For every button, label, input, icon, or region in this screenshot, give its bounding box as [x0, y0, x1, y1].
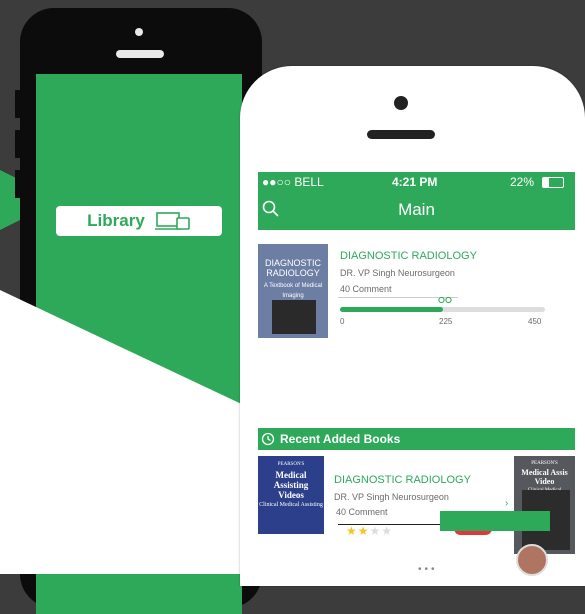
cover-publisher: PEARSON'S — [277, 462, 305, 467]
speaker-grill — [367, 130, 435, 139]
section-title: Recent Added Books — [280, 432, 401, 446]
carousel-dots: ••• — [418, 564, 438, 575]
clock-text: 4:21 PM — [392, 175, 438, 189]
recent-book-title[interactable]: DIAGNOSTIC RADIOLOGY — [334, 474, 471, 486]
cover-subtitle: Clinical Medical Assisting — [259, 502, 323, 508]
progress-min: 0 — [340, 317, 345, 326]
glasses-icon — [438, 296, 452, 304]
featured-book-cover[interactable]: DIAGNOSTIC RADIOLOGY A Textbook of Medic… — [258, 244, 328, 338]
cover-image — [272, 300, 316, 334]
chevron-right-icon[interactable]: › — [505, 498, 508, 509]
carrier-text: ●●○○ BELL — [262, 175, 324, 189]
star-empty-icon: ★ — [369, 524, 381, 538]
front-phone: ●●○○ BELL 4:21 PM 22% Main DIAGNOSTIC RA… — [240, 66, 585, 586]
cover-publisher: PEARSON'S — [531, 461, 558, 466]
bottom-green-bar — [440, 511, 550, 531]
camera-icon — [394, 96, 408, 110]
cover-line: RADIOLOGY — [266, 268, 320, 278]
cover-line: DIAGNOSTIC — [264, 258, 321, 268]
featured-book-title[interactable]: DIAGNOSTIC RADIOLOGY — [340, 250, 477, 262]
cover-line: Medical Assis — [521, 468, 568, 477]
recent-book-author: DR. VP Singh Neurosurgeon — [334, 492, 449, 502]
progress-mid: 225 — [439, 317, 453, 326]
star-filled-icon: ★ — [357, 524, 369, 538]
battery-text: 22% — [510, 175, 535, 189]
clock-icon — [261, 432, 275, 446]
recent-book-cover[interactable]: PEARSON'S Medical Assisting Videos Clini… — [258, 456, 324, 534]
star-filled-icon: ★ — [346, 524, 357, 538]
featured-book-comments[interactable]: 40 Comment — [340, 284, 392, 294]
reading-progress-fill — [340, 307, 443, 312]
star-empty-icon: ★ — [381, 524, 393, 538]
cover-line: Videos — [278, 490, 304, 500]
status-bar: ●●○○ BELL 4:21 PM 22% — [258, 172, 575, 192]
progress-max: 450 — [528, 317, 542, 326]
reading-progress-bar — [340, 307, 545, 312]
battery-icon — [542, 177, 564, 188]
cover-subtitle: A Textbook of Medical Imaging — [263, 283, 323, 299]
section-header: Recent Added Books — [258, 428, 575, 450]
avatar[interactable] — [516, 544, 548, 576]
next-book-cover[interactable]: PEARSON'S Medical Assis Video Clinical M… — [514, 456, 575, 554]
app-header: Main — [258, 192, 575, 230]
cover-line: Video — [534, 477, 555, 486]
recent-book-comments[interactable]: 40 Comment — [336, 507, 388, 517]
featured-book-author: DR. VP Singh Neurosurgeon — [340, 268, 455, 278]
page-title: Main — [398, 200, 435, 219]
cover-line: Medical Assisting — [273, 470, 309, 490]
